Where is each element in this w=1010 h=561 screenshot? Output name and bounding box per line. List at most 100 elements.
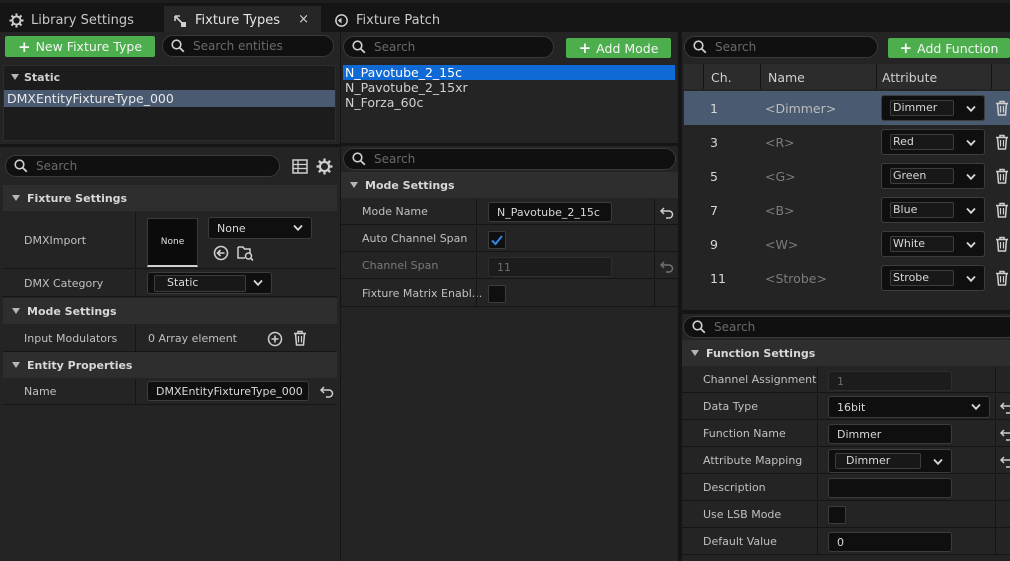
reset-to-default-icon xyxy=(660,261,674,273)
browse-asset-icon[interactable] xyxy=(237,245,254,261)
asset-thumbnail[interactable]: None xyxy=(147,218,198,267)
table-view-icon[interactable] xyxy=(292,159,308,174)
attribute-combo[interactable]: Green xyxy=(881,163,985,189)
reset-to-default-icon[interactable] xyxy=(1000,402,1010,414)
channel-number: 11 xyxy=(710,271,726,286)
property-label: Description xyxy=(703,481,766,494)
tab-label: Fixture Types xyxy=(195,13,280,28)
property-label: Attribute Mapping xyxy=(703,454,803,467)
table-row[interactable]: 1 <Dimmer> Dimmer xyxy=(684,91,1010,125)
delete-icon[interactable] xyxy=(995,236,1009,252)
table-row[interactable]: 5 <G> Green xyxy=(684,159,1010,193)
reset-to-default-icon[interactable] xyxy=(1000,429,1010,441)
table-row[interactable]: 3 <R> Red xyxy=(684,125,1010,159)
property-label: Data Type xyxy=(703,400,759,413)
attribute-combo[interactable]: Strobe xyxy=(881,265,985,291)
column-header-ch[interactable]: Ch. xyxy=(711,70,732,85)
use-selected-asset-icon[interactable] xyxy=(213,245,229,261)
mode-list-item[interactable]: N_Pavotube_2_15xr xyxy=(343,80,675,95)
delete-icon[interactable] xyxy=(995,168,1009,184)
attribute-value: Dimmer xyxy=(890,100,954,116)
details-search-input[interactable]: Search xyxy=(5,155,280,177)
property-row-function-name: Function Name Dimmer xyxy=(682,421,1010,447)
dmx-category-combo[interactable]: Static xyxy=(147,272,272,294)
attribute-value: Strobe xyxy=(890,270,954,286)
section-header-mode-settings[interactable]: Mode Settings xyxy=(3,298,337,324)
collapse-arrow-icon xyxy=(12,195,20,201)
new-fixture-type-button[interactable]: + New Fixture Type xyxy=(5,36,155,57)
mode-name-field[interactable]: N_Pavotube_2_15c xyxy=(488,202,612,222)
delete-icon[interactable] xyxy=(293,330,307,346)
mode-details-search-input[interactable]: Search xyxy=(343,148,676,170)
group-header-static[interactable]: Static xyxy=(4,67,335,87)
channel-number: 7 xyxy=(710,203,718,218)
attribute-mapping-combo[interactable]: Dimmer xyxy=(828,449,952,473)
property-row-mode-name: Mode Name N_Pavotube_2_15c xyxy=(341,199,678,225)
column-header-attribute[interactable]: Attribute xyxy=(882,70,937,85)
function-name-field[interactable]: Dimmer xyxy=(828,424,952,444)
search-entities-input[interactable]: Search entities xyxy=(162,35,334,57)
function-details-search-input[interactable]: Search xyxy=(683,316,1010,338)
property-label: Fixture Matrix Enabl... xyxy=(362,286,483,300)
function-name: <B> xyxy=(765,203,795,218)
delete-icon[interactable] xyxy=(995,270,1009,286)
add-mode-button[interactable]: + Add Mode xyxy=(566,38,671,58)
auto-channel-span-checkbox[interactable] xyxy=(488,231,506,249)
reset-to-default-icon[interactable] xyxy=(320,386,334,398)
chevron-down-icon xyxy=(966,275,976,283)
reset-to-default-icon[interactable] xyxy=(660,207,674,219)
section-header-entity-properties[interactable]: Entity Properties xyxy=(3,352,337,378)
tab-label: Fixture Patch xyxy=(356,13,441,28)
function-name: <Strobe> xyxy=(765,271,827,286)
reset-to-default-icon[interactable] xyxy=(1000,456,1010,468)
close-icon[interactable]: × xyxy=(298,12,309,27)
add-function-button[interactable]: + Add Function xyxy=(888,38,1010,58)
default-value-field[interactable]: 0 xyxy=(828,532,952,552)
attribute-combo[interactable]: Red xyxy=(881,129,985,155)
delete-icon[interactable] xyxy=(995,202,1009,218)
property-label: Use LSB Mode xyxy=(703,508,782,521)
search-icon xyxy=(352,40,366,54)
tab-fixture-patch[interactable]: Fixture Patch xyxy=(325,6,465,35)
section-header-fixture-settings[interactable]: Fixture Settings xyxy=(3,185,337,211)
mode-list-item[interactable]: N_Forza_60c xyxy=(343,95,675,110)
description-field[interactable] xyxy=(828,478,952,498)
property-label: Channel Assignment xyxy=(703,373,817,386)
attribute-combo[interactable]: Dimmer xyxy=(881,95,985,121)
list-item[interactable]: DMXEntityFixtureType_000 xyxy=(4,90,335,107)
plus-icon: + xyxy=(17,37,31,56)
dmx-import-combo[interactable]: None xyxy=(208,217,312,239)
collapse-arrow-icon xyxy=(12,362,20,368)
channel-span-field: 11 xyxy=(488,257,612,277)
table-row[interactable]: 11 <Strobe> Strobe xyxy=(684,261,1010,295)
data-type-combo[interactable]: 16bit xyxy=(828,396,990,418)
property-label: Default Value xyxy=(703,535,777,548)
property-row-auto-channel-span: Auto Channel Span xyxy=(341,226,678,252)
settings-gear-icon[interactable] xyxy=(316,158,333,175)
functions-search-input[interactable]: Search xyxy=(684,36,878,58)
chevron-down-icon xyxy=(971,403,981,411)
property-label: Function Name xyxy=(703,427,786,440)
modes-search-input[interactable]: Search xyxy=(343,36,554,58)
delete-icon[interactable] xyxy=(995,100,1009,116)
column-header-name[interactable]: Name xyxy=(768,70,805,85)
chevron-down-icon xyxy=(966,139,976,147)
tab-library-settings[interactable]: Library Settings xyxy=(0,6,160,35)
chevron-down-icon xyxy=(253,279,263,287)
table-row[interactable]: 7 <B> Blue xyxy=(684,193,1010,227)
section-header-function-settings[interactable]: Function Settings xyxy=(682,340,1010,366)
section-header-mode-settings[interactable]: Mode Settings xyxy=(341,172,678,198)
delete-icon[interactable] xyxy=(995,134,1009,150)
attribute-combo[interactable]: White xyxy=(881,231,985,257)
collapse-arrow-icon xyxy=(350,182,358,188)
function-name: <G> xyxy=(765,169,796,184)
property-row-dmx-category: DMX Category Static xyxy=(3,270,337,297)
tab-fixture-types[interactable]: Fixture Types × xyxy=(164,6,321,35)
mode-list-item[interactable]: N_Pavotube_2_15c xyxy=(343,65,675,80)
name-field[interactable]: DMXEntityFixtureType_000 xyxy=(147,381,309,401)
attribute-combo[interactable]: Blue xyxy=(881,197,985,223)
add-element-icon[interactable] xyxy=(267,331,283,347)
table-row[interactable]: 9 <W> White xyxy=(684,227,1010,261)
fixture-matrix-checkbox[interactable] xyxy=(488,285,506,303)
use-lsb-checkbox[interactable] xyxy=(828,506,846,524)
